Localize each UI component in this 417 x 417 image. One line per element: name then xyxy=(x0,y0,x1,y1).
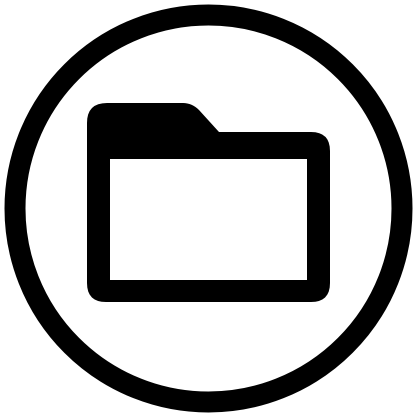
folder-icon xyxy=(87,103,330,302)
icon-canvas xyxy=(0,0,417,417)
folder-in-circle-icon xyxy=(4,4,413,413)
folder-interior xyxy=(110,159,307,280)
